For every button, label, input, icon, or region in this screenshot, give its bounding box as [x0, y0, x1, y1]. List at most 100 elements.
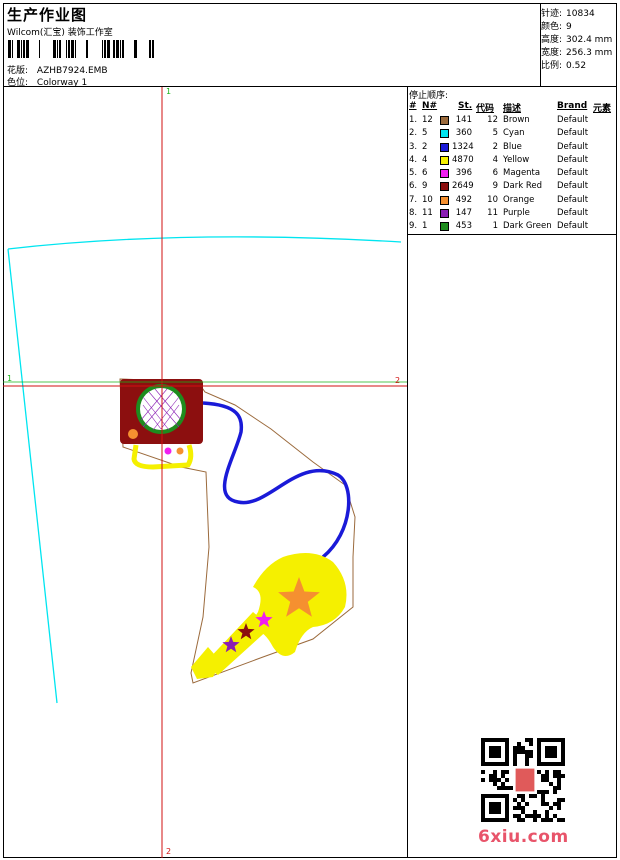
axis-label-left: 1	[7, 374, 13, 383]
row-index: 9.	[409, 221, 418, 232]
row-code: 6	[492, 168, 498, 179]
row-code: 9	[492, 181, 498, 192]
row-desc: Yellow	[503, 154, 530, 165]
row-code: 10	[487, 194, 498, 205]
qr-seal	[514, 767, 536, 793]
table-row: 3. 2 1324 2 Blue Default	[408, 141, 617, 154]
row-desc: Orange	[503, 194, 535, 205]
qr-code	[481, 738, 565, 822]
axis-label-top: 1	[166, 87, 172, 96]
studio-subtitle: Wilcom(汇宝) 装饰工作室	[7, 28, 113, 38]
row-code: 11	[487, 208, 498, 219]
row-desc: Brown	[503, 115, 530, 125]
row-index: 3.	[409, 141, 418, 152]
embroidery-preview	[3, 87, 407, 858]
row-index: 4.	[409, 154, 418, 165]
col-desc: 描述	[503, 104, 522, 114]
row-brand: Default	[557, 208, 589, 219]
color-swatch	[440, 182, 449, 192]
table-divider	[408, 234, 617, 235]
barcode	[8, 40, 154, 58]
axis-label-bottom: 2	[166, 847, 172, 856]
stat-scale: 比例: 0.52	[541, 61, 587, 71]
table-row: 4. 4 4870 4 Yellow Default	[408, 154, 617, 167]
row-brand: Default	[557, 141, 589, 152]
row-no: 2	[422, 141, 428, 152]
row-code: 1	[492, 221, 498, 232]
color-swatch	[440, 155, 449, 165]
table-row: 6. 9 2649 9 Dark Red Default	[408, 180, 617, 193]
row-code: 12	[487, 115, 498, 125]
row-index: 7.	[409, 194, 418, 205]
color-swatch	[440, 142, 449, 152]
row-stitches: 492	[455, 194, 472, 205]
row-desc: Purple	[503, 208, 530, 219]
cyan-outline	[7, 236, 402, 704]
row-index: 6.	[409, 181, 418, 192]
sequence-heading: 停止顺序:	[409, 91, 449, 101]
row-no: 6	[422, 168, 428, 179]
row-brand: Default	[557, 181, 589, 192]
row-brand: Default	[557, 168, 589, 179]
row-desc: Blue	[503, 141, 522, 152]
row-index: 1.	[409, 115, 418, 125]
stat-height: 高度: 302.4 mm	[541, 35, 613, 45]
color-swatch	[440, 222, 449, 232]
col-element: 元素	[593, 104, 612, 114]
row-code: 5	[492, 128, 498, 139]
row-stitches: 1324	[452, 141, 474, 152]
row-no: 1	[422, 221, 428, 232]
design-canvas: 1 2 1 2	[3, 87, 408, 858]
axis-label-right: 2	[395, 376, 401, 385]
table-row: 2. 5 360 5 Cyan Default	[408, 127, 617, 140]
col-stitches: St.	[458, 101, 473, 111]
row-code: 2	[492, 141, 498, 152]
row-code: 4	[492, 154, 498, 165]
row-brand: Default	[557, 194, 589, 205]
color-swatch	[440, 209, 449, 219]
row-brand: Default	[557, 154, 589, 165]
row-index: 8.	[409, 208, 418, 219]
header-panel: 生产作业图 Wilcom(汇宝) 装饰工作室 花版: AZHB7924.EMB …	[3, 3, 541, 88]
page-title: 生产作业图	[7, 6, 88, 24]
row-desc: Dark Green	[503, 221, 552, 232]
watermark-text: 6xiu.com	[478, 827, 569, 847]
row-no: 10	[422, 194, 433, 205]
color-swatch	[440, 169, 449, 179]
table-row: 7. 10 492 10 Orange Default	[408, 194, 617, 207]
row-desc: Cyan	[503, 128, 525, 139]
row-no: 11	[422, 208, 433, 219]
color-swatch	[440, 195, 449, 205]
row-brand: Default	[557, 115, 589, 125]
stat-stitches: 针迹: 10834	[541, 9, 595, 19]
row-stitches: 453	[455, 221, 472, 232]
magenta-knob	[164, 447, 172, 455]
color-table: 1. 12 141 12 Brown Default 2. 5 360 5 Cyan Default 3…	[408, 114, 617, 234]
color-swatch	[440, 116, 449, 125]
table-row: 8. 11 147 11 Purple Default	[408, 207, 617, 220]
row-stitches: 2649	[452, 181, 474, 192]
col-no: N#	[422, 101, 438, 111]
stat-colors: 颜色: 9	[541, 22, 572, 32]
col-index: #	[409, 101, 417, 111]
row-stitches: 360	[455, 128, 472, 139]
row-stitches: 396	[455, 168, 472, 179]
row-brand: Default	[557, 128, 589, 139]
row-stitches: 147	[455, 208, 472, 219]
col-brand: Brand	[557, 101, 588, 111]
row-brand: Default	[557, 221, 589, 232]
table-row: 1. 12 141 12 Brown Default	[408, 114, 617, 127]
row-no: 9	[422, 181, 428, 192]
row-no: 12	[422, 115, 433, 125]
stats-panel: 针迹: 10834 颜色: 9 高度: 302.4 mm 宽度: 256.3 mm 比例…	[541, 3, 617, 87]
row-index: 5.	[409, 168, 418, 179]
color-swatch	[440, 129, 449, 139]
row-stitches: 141	[455, 115, 472, 125]
row-no: 5	[422, 128, 428, 139]
col-code: 代码	[476, 104, 495, 114]
table-row: 9. 1 453 1 Dark Green Default	[408, 220, 617, 233]
stat-width: 宽度: 256.3 mm	[541, 48, 613, 58]
orange-knob	[128, 429, 138, 439]
orange-knob-2	[176, 447, 184, 455]
row-index: 2.	[409, 128, 418, 139]
